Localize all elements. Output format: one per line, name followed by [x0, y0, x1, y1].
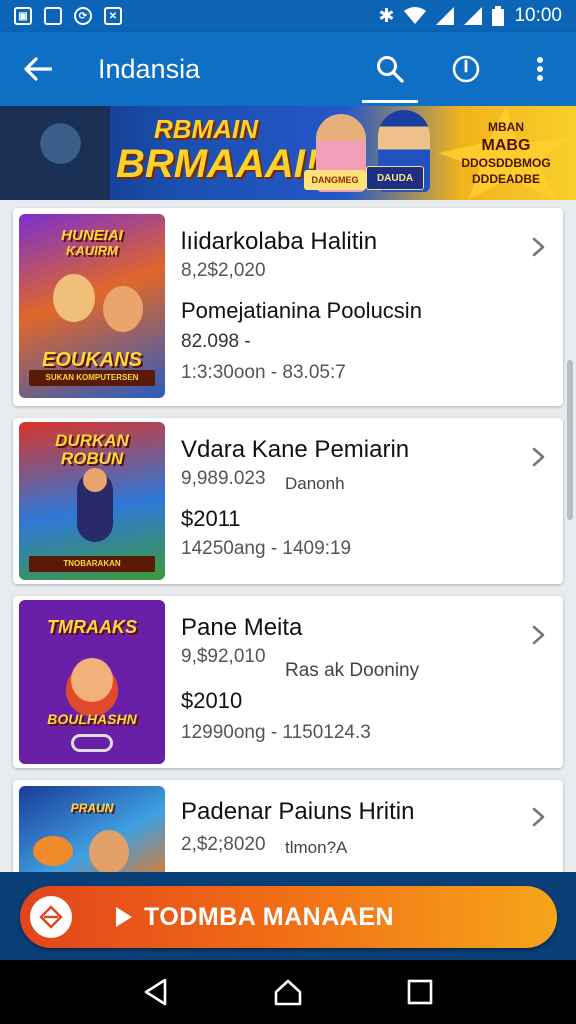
- item-subtitle: 2,$2;8020: [181, 834, 266, 855]
- item-price: 82.098 -: [181, 331, 251, 352]
- back-arrow-icon: [24, 57, 52, 81]
- diamond-icon: [39, 905, 63, 929]
- thumbnail-character-head: [83, 468, 107, 492]
- bluetooth-icon: ✱: [378, 5, 395, 27]
- thumbnail-logo: EOUKANS: [41, 349, 142, 371]
- cta-icon: [30, 896, 72, 938]
- item-tag: Ras ak Dooniny: [285, 660, 420, 681]
- system-nav-bar: [0, 960, 576, 1024]
- item-title: Vdara Kane Pemiarin: [181, 436, 410, 463]
- promo-banner[interactable]: RBMAIN BRMAAAI! DANGMEG DAUDA MBAN MABG …: [0, 106, 576, 200]
- nav-home-button[interactable]: [268, 972, 308, 1012]
- item-tag: Danonh: [285, 474, 345, 493]
- item-subtitle: 9,989.023: [181, 468, 266, 489]
- notification-gallery-icon: ▣: [14, 7, 32, 25]
- item-title: lıidarkolaba Halitin: [181, 228, 378, 255]
- info-button[interactable]: [428, 32, 504, 106]
- cta-label: TODMBA MANAAEN: [144, 902, 395, 931]
- chevron-right-icon[interactable]: [527, 236, 549, 258]
- item-title: Padenar Paiuns Hritin: [181, 798, 415, 825]
- thumbnail-character: [103, 286, 143, 332]
- item-meta: 1:3:30oon - 83.05:7: [181, 362, 346, 383]
- list-item[interactable]: HUNEIAI KAUIRM EOUKANS SUKAN KOMPUTERSEN…: [13, 208, 563, 406]
- clock: 10:00: [514, 5, 562, 26]
- thumbnail-character: [71, 658, 113, 702]
- item-meta: 12990ong - 1150124.3: [181, 722, 371, 743]
- notification-icons: ▣ ⟳ ✕: [14, 7, 122, 25]
- thumbnail-title: HUNEIAI: [61, 227, 123, 244]
- thumbnail-character: [53, 274, 95, 322]
- thumbnail-weapon: [33, 836, 73, 866]
- banner-side-text: MBAN MABG DDOSDDBMOG DDDEADBE: [448, 120, 564, 188]
- item-price: $2010: [181, 688, 243, 713]
- more-vert-icon: [537, 57, 543, 81]
- page-title: Indansia: [98, 53, 201, 84]
- cta-button[interactable]: TODMBA MANAAEN: [20, 886, 557, 948]
- thumbnail-title: DURKAN: [55, 431, 129, 450]
- item-description: Pomejatianina Poolucsin: [181, 298, 422, 323]
- banner-side-line4: DDDEADBE: [471, 171, 540, 186]
- system-icons: ✱ 10:00: [379, 5, 562, 28]
- nav-recents-button[interactable]: [400, 972, 440, 1012]
- item-subtitle: 8,2$2,020: [181, 260, 266, 281]
- notification-game-icon: ✕: [104, 7, 122, 25]
- triangle-back-icon: [144, 978, 167, 1006]
- thumbnail-title: TMRAAKS: [47, 617, 137, 637]
- thumbnail-subtitle: ROBUN: [60, 449, 124, 468]
- thumbnail-footer: SUKAN KOMPUTERSEN: [29, 370, 155, 386]
- wifi-icon: [404, 7, 427, 24]
- item-tag: tlmon?A: [285, 838, 348, 857]
- banner-side-line3: DDOSDDBMOG: [461, 156, 551, 171]
- item-price: $2011: [181, 506, 241, 531]
- square-recents-icon: [407, 979, 433, 1005]
- banner-logo-right: DAUDA: [366, 166, 424, 190]
- power-icon: [452, 55, 480, 83]
- game-thumbnail: HUNEIAI KAUIRM EOUKANS SUKAN KOMPUTERSEN: [19, 214, 165, 398]
- scrollbar[interactable]: [567, 360, 573, 520]
- back-button[interactable]: [0, 32, 76, 106]
- overflow-menu-button[interactable]: [504, 32, 576, 106]
- thumbnail-title: PRAUN: [70, 801, 114, 815]
- signal-icon: [436, 7, 455, 25]
- thumbnail-character: [89, 830, 129, 874]
- chevron-right-icon[interactable]: [527, 624, 549, 646]
- item-meta: 14250ang - 1409:19: [181, 538, 352, 559]
- thumbnail-logo: BOULHASHN: [47, 711, 137, 727]
- item-subtitle: 9,$92,010: [181, 646, 266, 667]
- banner-logo-left: DANGMEG: [304, 170, 366, 190]
- signal-icon-2: [464, 7, 483, 25]
- status-bar: ▣ ⟳ ✕ ✱ 10:00: [0, 0, 576, 32]
- game-thumbnail: TMRAAKS BOULHASHN: [19, 600, 165, 764]
- notification-square-icon: [44, 7, 62, 25]
- banner-side-line2: MABG: [481, 136, 531, 154]
- banner-headline: RBMAIN BRMAAAI!: [116, 114, 319, 187]
- thumbnail-subtitle: KAUIRM: [66, 243, 118, 258]
- game-thumbnail: DURKAN ROBUN TNOBARAKAN: [19, 422, 165, 580]
- notification-circle-icon: ⟳: [74, 7, 92, 25]
- list-item[interactable]: DURKAN ROBUN TNOBARAKAN Vdara Kane Pemia…: [13, 418, 563, 584]
- banner-side-line1: MBAN: [488, 120, 524, 134]
- nav-back-button[interactable]: [136, 972, 176, 1012]
- search-button[interactable]: [352, 32, 428, 106]
- game-thumbnail: PRAUN: [19, 786, 165, 880]
- play-icon: [116, 907, 132, 927]
- home-icon: [274, 979, 302, 1006]
- app-bar: Indansia: [0, 32, 576, 106]
- banner-headline-line2: BRMAAAI!: [116, 142, 319, 187]
- item-title: Pane Meita: [181, 614, 303, 641]
- banner-character-silhouette: [0, 106, 110, 200]
- chevron-right-icon[interactable]: [527, 806, 549, 828]
- search-icon: [377, 56, 404, 83]
- thumbnail-footer: TNOBARAKAN: [29, 556, 155, 572]
- banner-headline-line1: RBMAIN: [154, 114, 258, 144]
- list-item[interactable]: TMRAAKS BOULHASHN Pane Meita 9,$92,010 R…: [13, 596, 563, 768]
- battery-icon: [492, 6, 505, 26]
- list-item[interactable]: PRAUN Padenar Paiuns Hritin 2,$2;8020 tl…: [13, 780, 563, 880]
- thumbnail-badge: [71, 734, 113, 752]
- chevron-right-icon[interactable]: [527, 446, 549, 468]
